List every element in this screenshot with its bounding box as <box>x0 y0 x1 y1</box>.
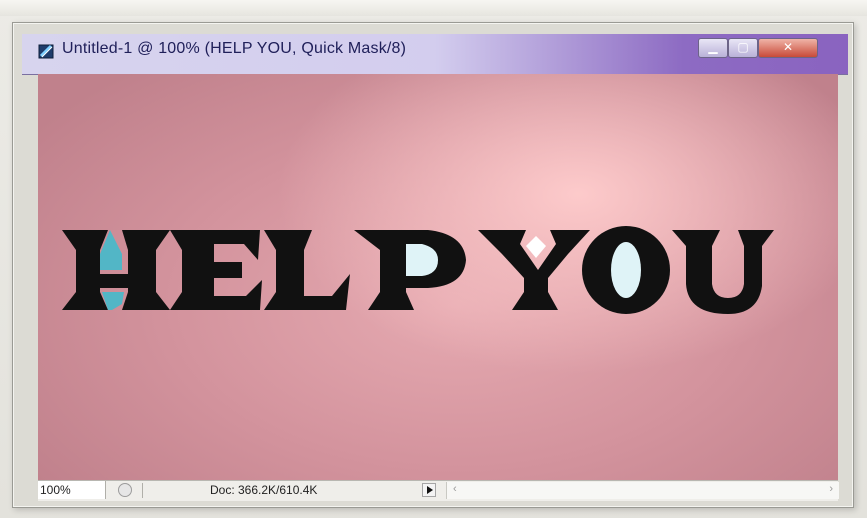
status-bar: 100% Doc: 366.2K/610.4K ‹ › <box>38 480 839 501</box>
horizontal-scrollbar[interactable]: ‹ › <box>446 482 839 499</box>
scroll-right-arrow-icon[interactable]: › <box>829 483 833 495</box>
letter-e <box>170 230 262 310</box>
maximize-icon: ▢ <box>737 40 749 54</box>
triangle-right-icon[interactable] <box>422 483 436 497</box>
letter-u <box>672 230 774 314</box>
maximize-button[interactable]: ▢ <box>728 38 758 58</box>
zoom-icon[interactable] <box>118 483 132 497</box>
zoom-field[interactable]: 100% <box>38 481 106 499</box>
photoshop-document-icon <box>38 44 54 59</box>
letter-p <box>354 230 466 310</box>
window-title: Untitled-1 @ 100% (HELP YOU, Quick Mask/… <box>62 40 407 57</box>
letter-y <box>478 230 590 310</box>
close-icon: ✕ <box>782 40 794 54</box>
letter-o <box>582 226 670 314</box>
letter-l <box>264 230 350 310</box>
minimize-icon: ▁ <box>708 40 718 54</box>
canvas-artwork <box>62 226 774 314</box>
desktop-top <box>0 0 867 16</box>
letter-h <box>62 230 170 310</box>
status-divider <box>142 483 143 498</box>
minimize-button[interactable]: ▁ <box>698 38 728 58</box>
scroll-left-arrow-icon[interactable]: ‹ <box>453 483 457 495</box>
doc-size-info: Doc: 366.2K/610.4K <box>210 483 318 497</box>
close-button[interactable]: ✕ <box>758 38 818 58</box>
